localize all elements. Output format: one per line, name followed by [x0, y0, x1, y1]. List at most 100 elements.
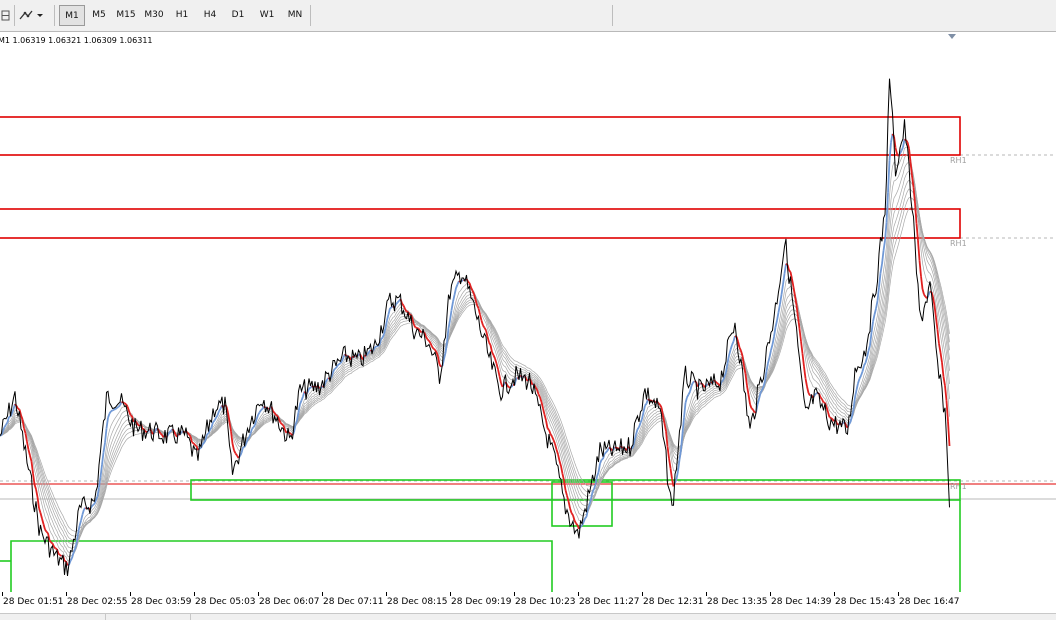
slow-ma-segment [687, 395, 689, 398]
slow-ma-segment [6, 422, 8, 424]
time-axis-tick [450, 592, 451, 596]
fast-ma-segment [545, 415, 547, 421]
timeframe-h4-button[interactable]: H4 [197, 5, 223, 26]
drawing-tools-icon[interactable] [18, 5, 34, 26]
slow-ma-segment [248, 438, 250, 440]
fast-ma-segment [704, 386, 706, 388]
fast-ma-segment [50, 540, 52, 542]
fast-ma-segment [543, 408, 545, 414]
support-zone-lower-left[interactable] [11, 541, 552, 598]
slow-ma-segment [113, 410, 115, 411]
time-axis-label: 28 Dec 13:35 [707, 597, 768, 607]
slow-ma-segment [585, 517, 587, 519]
timeframe-h1-button[interactable]: H1 [169, 5, 195, 26]
price-chart[interactable]: M1 1.06319 1.06321 1.06309 1.06311 RH1 R… [0, 31, 1056, 598]
slow-ma-segment [887, 193, 889, 223]
slow-ma-segment [92, 505, 94, 507]
time-axis-tick [578, 592, 579, 596]
resistance-zone-upper[interactable] [0, 117, 960, 155]
chart-shift-marker-icon[interactable] [948, 34, 956, 39]
slow-ma-segment [203, 443, 205, 445]
fast-ma-segment [789, 270, 791, 272]
fast-ma-segment [161, 434, 163, 435]
fast-ma-segment [414, 325, 416, 328]
time-axis-tick [770, 592, 771, 596]
slow-ma-segment [84, 508, 86, 510]
slow-ma-segment [110, 411, 112, 413]
slow-ma-segment [254, 425, 256, 427]
fast-ma-segment [552, 437, 554, 441]
time-axis-label: 28 Dec 12:31 [643, 597, 704, 607]
slow-ma-segment [722, 380, 724, 381]
time-axis-tick [386, 592, 387, 596]
fast-ma-segment [480, 314, 482, 320]
time-axis-label: 28 Dec 06:07 [259, 597, 320, 607]
slow-ma-segment [516, 378, 518, 380]
slow-ma-segment [390, 308, 392, 309]
slow-ma-segment [884, 241, 886, 251]
timeframe-m1-button[interactable]: M1 [59, 5, 85, 26]
slow-ma-segment [218, 411, 220, 415]
fast-ma-segment [489, 342, 491, 345]
timeframe-d1-button[interactable]: D1 [225, 5, 251, 26]
timeframe-m30-button[interactable]: M30 [141, 5, 167, 26]
timeframe-m5-button[interactable]: M5 [86, 5, 112, 26]
fast-ma-segment [801, 341, 803, 354]
dropdown-arrow-icon[interactable] [35, 5, 45, 26]
slow-ma-segment [677, 471, 679, 479]
slow-ma-segment [729, 350, 731, 356]
fast-ma-segment [437, 352, 439, 356]
chart-tab[interactable] [0, 614, 106, 620]
fast-ma-segment [572, 513, 574, 515]
slow-ma-segment [398, 301, 400, 303]
timeframe-w1-button[interactable]: W1 [254, 5, 280, 26]
slow-ma-segment [252, 427, 254, 428]
fast-ma-segment [546, 420, 548, 428]
fast-ma-segment [558, 454, 560, 461]
slow-ma-segment [387, 314, 389, 320]
fast-ma-segment [896, 148, 898, 154]
slow-ma-segment [876, 301, 878, 309]
grid-icon[interactable] [0, 5, 12, 26]
fast-ma-segment [806, 378, 808, 386]
fast-ma-segment [488, 337, 490, 343]
resistance-zone-lower[interactable] [0, 209, 960, 238]
time-axis-tick [642, 592, 643, 596]
fast-ma-segment [486, 330, 488, 336]
fast-ma-segment [237, 455, 239, 458]
time-axis-label: 28 Dec 16:47 [899, 597, 960, 607]
fast-ma-segment [276, 415, 278, 416]
fast-ma-segment [468, 282, 470, 283]
slow-ma-segment [636, 429, 638, 434]
fast-ma-segment [128, 407, 130, 411]
fast-ma-segment [44, 524, 46, 529]
fast-ma-segment [429, 341, 431, 343]
fast-ma-segment [561, 466, 563, 474]
slow-ma-segment [215, 418, 217, 421]
fast-ma-segment [548, 428, 550, 430]
fast-ma-segment [830, 417, 832, 418]
slow-ma-segment [864, 363, 866, 366]
fast-ma-segment [18, 409, 20, 410]
fast-ma-segment [42, 519, 44, 525]
fast-ma-segment [494, 355, 496, 358]
slow-ma-segment [257, 415, 259, 419]
timeframe-mn-button[interactable]: MN [282, 5, 308, 26]
slow-ma-segment [386, 320, 388, 328]
slow-ma-segment [200, 448, 202, 449]
slow-ma-segment [815, 393, 817, 395]
timeframe-m15-button[interactable]: M15 [113, 5, 139, 26]
fast-ma-segment [920, 260, 922, 276]
slow-ma-segment [93, 504, 95, 505]
fast-ma-segment [536, 387, 538, 390]
slow-ma-segment [866, 358, 868, 363]
slow-ma-segment [444, 353, 446, 359]
time-axis-label: 28 Dec 14:39 [771, 597, 832, 607]
slow-ma-segment [456, 284, 458, 288]
slow-ma-segment [878, 287, 880, 301]
slow-ma-segment [452, 302, 454, 311]
fast-ma-segment [477, 305, 479, 308]
time-axis: 28 Dec 01:5128 Dec 02:5528 Dec 03:5928 D… [0, 592, 1056, 613]
time-axis-label: 28 Dec 08:15 [387, 597, 448, 607]
slow-ma-segment [99, 477, 101, 487]
